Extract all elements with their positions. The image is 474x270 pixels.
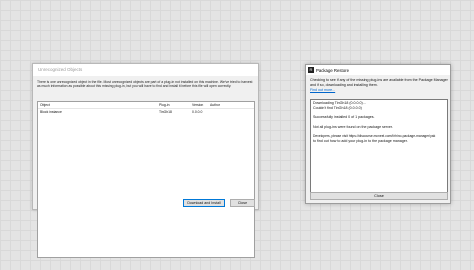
restore-log: Downloading TinGh18 (0.0.0.0)... Couldn'… xyxy=(310,99,448,193)
table-header: Object Plug-in Version Author xyxy=(38,102,254,109)
dialog-title-bar: R Package Restore xyxy=(306,65,450,75)
dialog-description: There is one unrecognized object in the … xyxy=(37,80,253,89)
cell-version: 0.0.0.0 xyxy=(192,110,203,114)
cell-plugin: TinGh18 xyxy=(159,110,172,114)
find-out-more-link[interactable]: Find out more... xyxy=(310,88,335,92)
unrecognized-objects-dialog: Unrecognized Objects There is one unreco… xyxy=(32,63,259,258)
column-header-plugin[interactable]: Plug-in xyxy=(159,102,170,108)
close-button[interactable]: Close xyxy=(230,199,255,207)
package-restore-dialog: R Package Restore Checking to see if any… xyxy=(305,64,451,204)
close-button[interactable]: Close xyxy=(310,192,448,200)
cell-object: Block instance xyxy=(40,110,62,114)
column-header-version[interactable]: Version xyxy=(192,102,203,108)
intro-text: Checking to see if any of the missing pl… xyxy=(310,78,448,87)
table-row[interactable]: Block instance TinGh18 0.0.0.0 xyxy=(38,109,254,115)
objects-table: Object Plug-in Version Author Block inst… xyxy=(37,101,255,258)
dialog-title: Unrecognized Objects xyxy=(33,64,258,76)
column-header-object[interactable]: Object xyxy=(40,102,50,108)
column-header-author[interactable]: Author xyxy=(210,102,220,108)
log-line: to find out how to add your plug-in to t… xyxy=(313,138,408,143)
rhino-logo-icon: R xyxy=(308,67,314,73)
download-install-button[interactable]: Download and Install xyxy=(183,199,225,207)
dialog-title: Package Restore xyxy=(316,67,349,73)
